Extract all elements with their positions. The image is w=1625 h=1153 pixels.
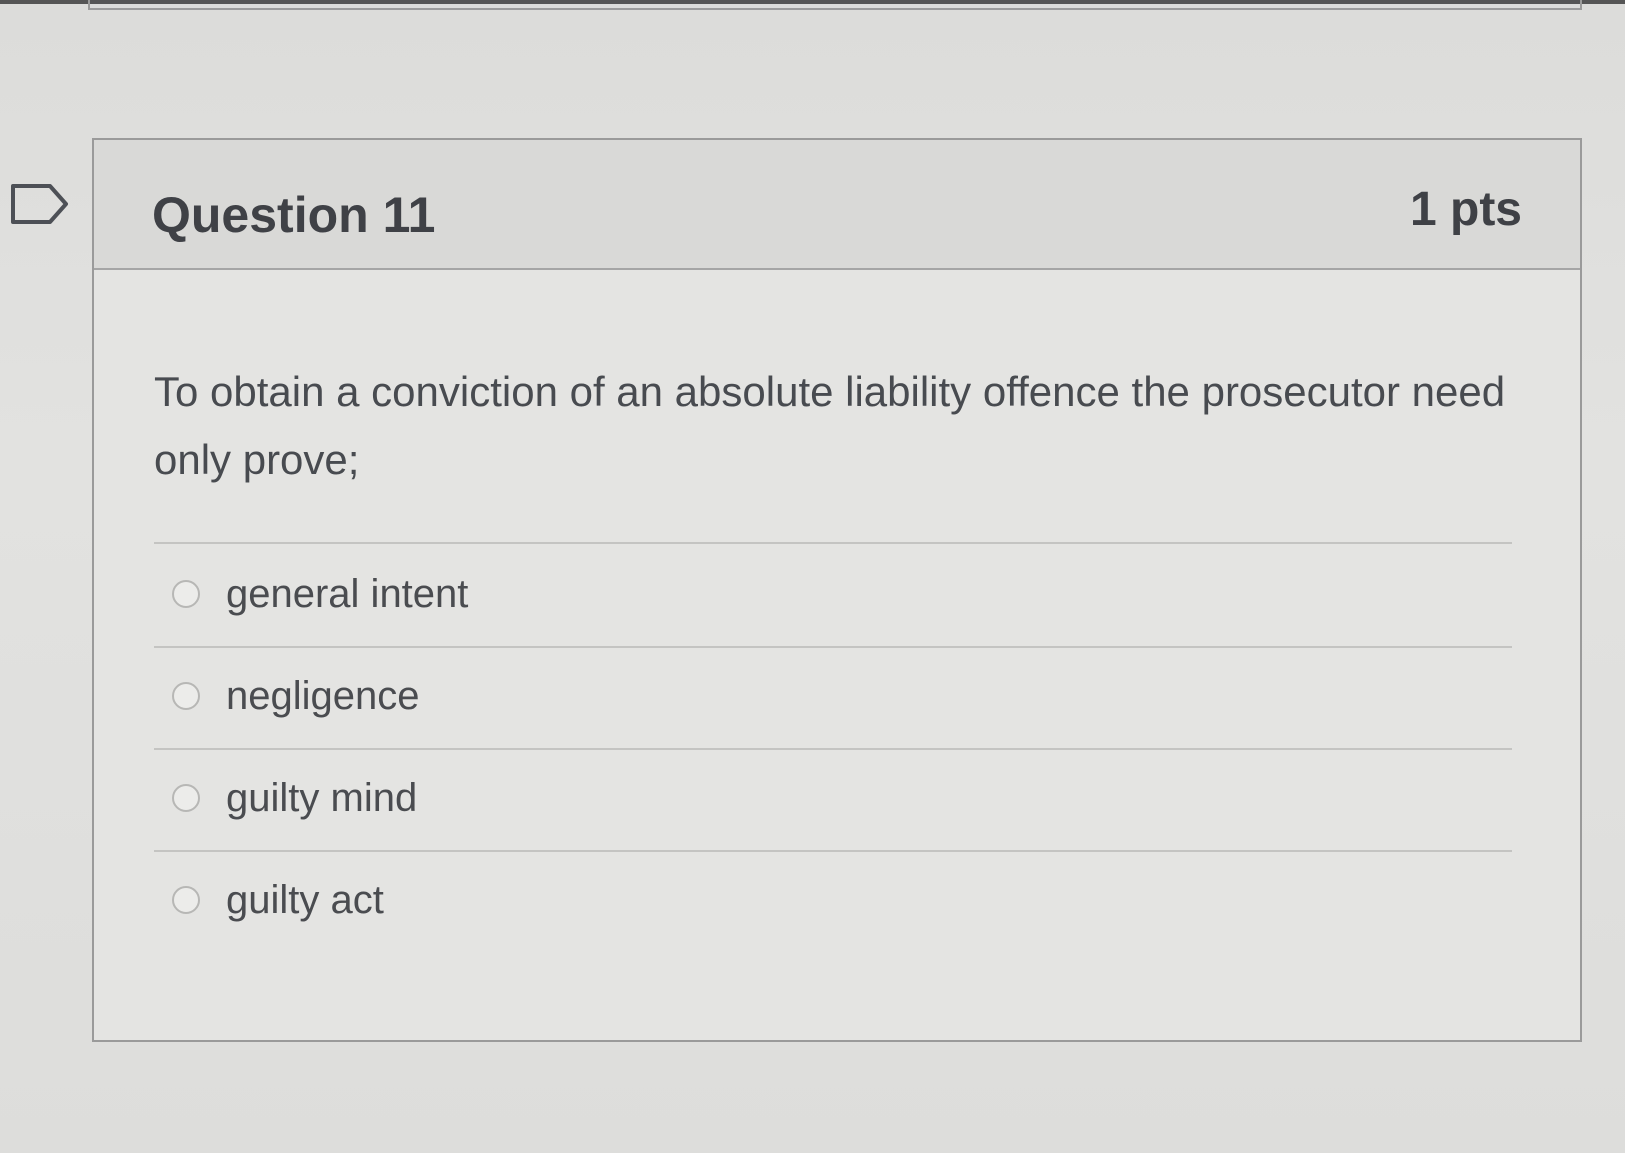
question-title: Question 11 (152, 187, 436, 243)
flag-outline-icon[interactable] (10, 182, 70, 226)
radio-button[interactable] (172, 580, 200, 608)
answer-divider (154, 646, 1512, 648)
answer-option[interactable]: general intent (172, 564, 468, 624)
answers-top-divider (154, 542, 1512, 544)
radio-button[interactable] (172, 682, 200, 710)
question-card: Question 11 1 pts To obtain a conviction… (92, 138, 1582, 1042)
answer-label: guilty act (226, 877, 384, 922)
question-text: To obtain a conviction of an absolute li… (154, 368, 1506, 483)
answer-label: guilty mind (226, 775, 418, 820)
radio-button[interactable] (172, 784, 200, 812)
previous-question-card-edge (88, 0, 1582, 10)
question-points: 1 pts (1409, 183, 1522, 236)
answer-option[interactable]: negligence (172, 666, 420, 726)
answer-divider (154, 748, 1512, 750)
question-header: Question 11 1 pts (94, 140, 1580, 270)
answer-divider (154, 850, 1512, 852)
answer-option[interactable]: guilty act (172, 870, 384, 930)
answer-label: negligence (226, 673, 420, 718)
answer-label: general intent (226, 571, 469, 616)
radio-button[interactable] (172, 886, 200, 914)
answer-option[interactable]: guilty mind (172, 768, 417, 828)
